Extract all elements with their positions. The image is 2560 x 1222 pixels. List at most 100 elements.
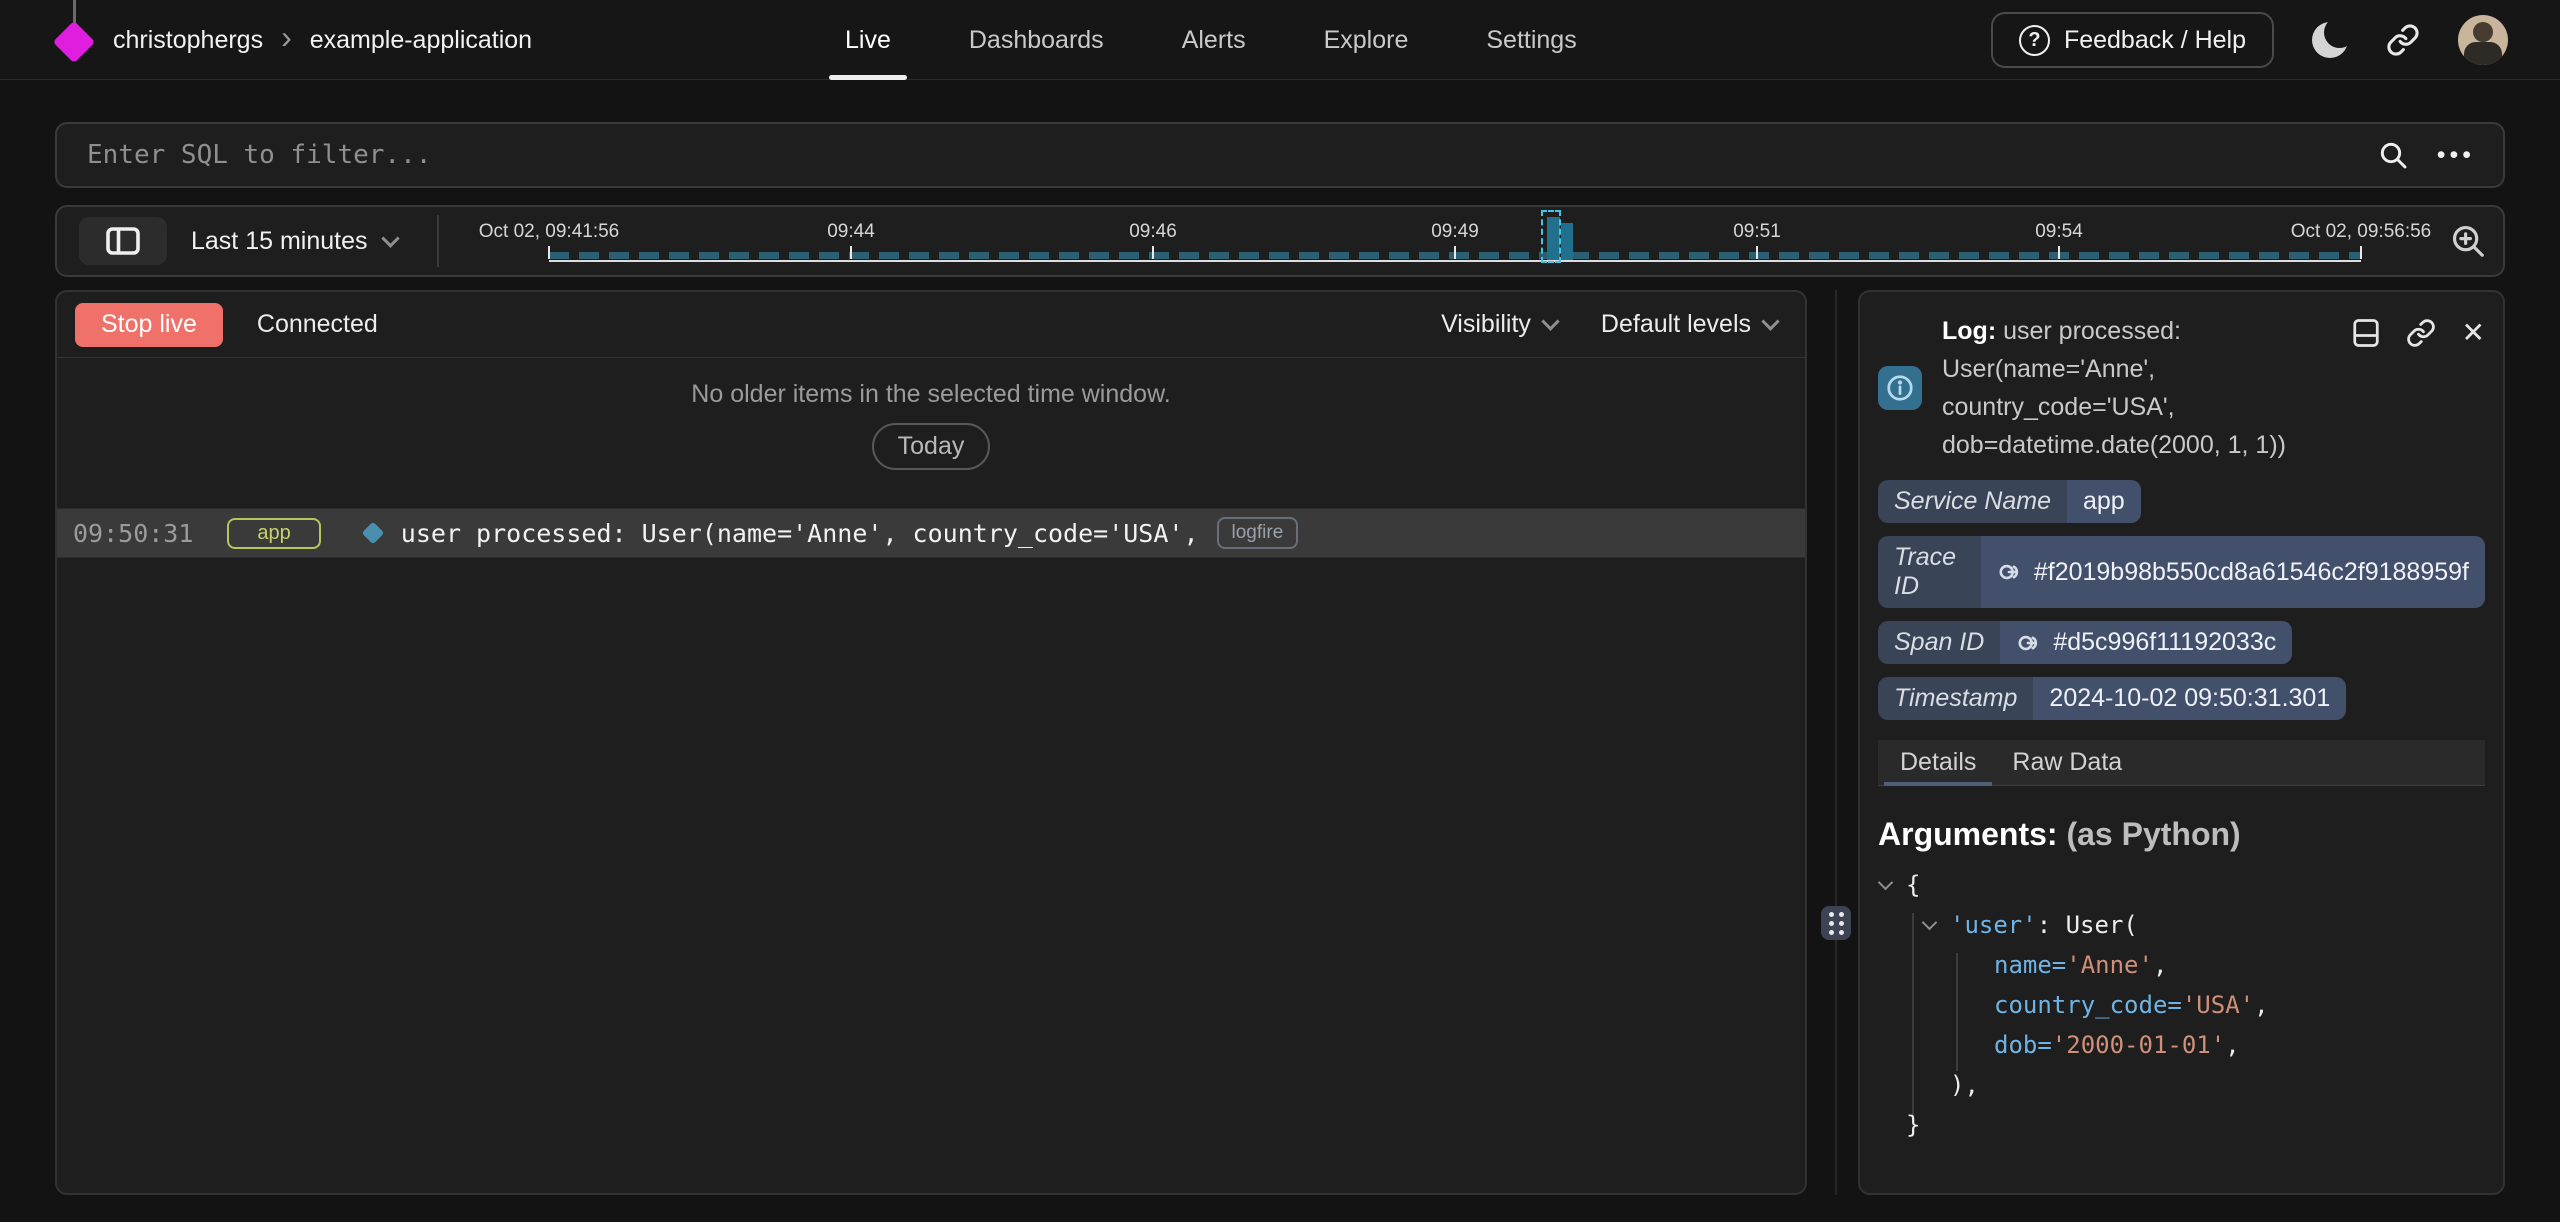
tick-label: 09:54 xyxy=(2035,221,2083,243)
tab-dashboards[interactable]: Dashboards xyxy=(969,0,1104,80)
sidebar-toggle-button[interactable] xyxy=(79,217,167,265)
code-token: name= xyxy=(1994,951,2066,979)
tab-explore[interactable]: Explore xyxy=(1324,0,1409,80)
split-panel-icon[interactable] xyxy=(2352,318,2380,348)
topbar: christophergs › example-application Live… xyxy=(0,0,2560,80)
close-icon[interactable]: ✕ xyxy=(2462,319,2485,347)
fold-chevron-icon[interactable] xyxy=(1878,875,1894,891)
sql-filter-input[interactable] xyxy=(57,140,2377,170)
chevron-right-icon: › xyxy=(281,21,292,53)
attribute-badge: Service Nameapp xyxy=(1878,480,2141,523)
scope-tag: logfire xyxy=(1217,517,1299,549)
default-levels-dropdown[interactable]: Default levels xyxy=(1601,310,1777,339)
detail-actions: ✕ xyxy=(2352,318,2485,348)
today-button[interactable]: Today xyxy=(872,423,991,470)
code-token: 'USA' xyxy=(2182,991,2254,1019)
tab-live[interactable]: Live xyxy=(845,0,891,80)
tick-label: Oct 02, 09:41:56 xyxy=(479,221,620,243)
user-avatar[interactable] xyxy=(2458,15,2508,65)
timeline[interactable]: Oct 02, 09:41:56 09:44 09:46 09:49 09:51 09:5… xyxy=(449,207,2469,275)
live-panel: Stop live Connected Visibility Default l… xyxy=(55,290,1807,1195)
attribute-value[interactable]: #d5c996f11192033c xyxy=(2000,621,2292,664)
primary-nav: Live Dashboards Alerts Explore Settings xyxy=(845,0,1577,80)
code-line: { xyxy=(1878,865,2485,905)
attribute-badge: Trace ID#f2019b98b550cd8a61546c2f9188959… xyxy=(1878,536,2485,608)
logfire-logo-icon[interactable] xyxy=(55,0,93,80)
panel-splitter xyxy=(1835,290,1837,1195)
tick-mark xyxy=(2360,246,2362,259)
detail-title-prefix: Log: xyxy=(1942,317,1996,345)
tick-mark xyxy=(1454,246,1456,259)
info-level-icon xyxy=(1878,366,1922,410)
empty-state-message: No older items in the selected time wind… xyxy=(57,358,1805,409)
code-token: 'Anne' xyxy=(2066,951,2153,979)
code-token: { xyxy=(1906,871,1920,899)
help-circle-icon: ? xyxy=(2019,25,2050,56)
fold-chevron-icon[interactable] xyxy=(1922,915,1938,931)
time-range-dropdown[interactable]: Last 15 minutes xyxy=(191,207,397,275)
code-token: '2000-01-01' xyxy=(2052,1031,2225,1059)
chevron-down-icon xyxy=(381,229,399,247)
code-token: , xyxy=(2254,991,2268,1019)
code-token: : User( xyxy=(2037,911,2138,939)
log-message: user processed: User(name='Anne', countr… xyxy=(401,519,1199,548)
sql-filter-bar: ••• xyxy=(55,122,2505,188)
chevron-down-icon xyxy=(1541,312,1559,330)
code-token: country_code= xyxy=(1994,991,2182,1019)
feedback-help-button[interactable]: ? Feedback / Help xyxy=(1991,12,2274,68)
copy-link-icon[interactable] xyxy=(2406,318,2436,348)
link-icon xyxy=(2016,630,2042,656)
connection-status: Connected xyxy=(257,310,378,339)
service-tag: app xyxy=(227,518,320,549)
detail-tabs: DetailsRaw Data xyxy=(1878,740,2485,786)
timeline-selection[interactable] xyxy=(1541,210,1561,263)
code-token: , xyxy=(2153,951,2167,979)
search-icon[interactable] xyxy=(2377,139,2409,171)
code-line: dob='2000-01-01', xyxy=(1878,1025,2485,1065)
tick-label: 09:46 xyxy=(1129,221,1177,243)
visibility-dropdown[interactable]: Visibility xyxy=(1441,310,1557,339)
tick-label: 09:49 xyxy=(1431,221,1479,243)
tick-mark xyxy=(1756,246,1758,259)
code-token: ), xyxy=(1950,1071,1979,1099)
tick-label: 09:51 xyxy=(1733,221,1781,243)
tab-alerts[interactable]: Alerts xyxy=(1182,0,1246,80)
feedback-help-label: Feedback / Help xyxy=(2064,26,2246,55)
tick-mark xyxy=(1152,246,1154,259)
stop-live-button[interactable]: Stop live xyxy=(75,303,223,347)
zoom-in-icon[interactable] xyxy=(2449,222,2487,260)
theme-moon-icon[interactable] xyxy=(2312,22,2348,58)
arguments-code-block: {'user': User(name='Anne',country_code='… xyxy=(1878,865,2485,1145)
time-bar: Last 15 minutes Oct 02, 09:41:56 09:44 09:… xyxy=(55,205,2505,277)
log-row[interactable]: 09:50:31 app user processed: User(name='… xyxy=(57,508,1805,558)
axis-baseline xyxy=(549,260,2361,262)
code-token: 'user' xyxy=(1950,911,2037,939)
attribute-value: 2024-10-02 09:50:31.301 xyxy=(2033,677,2346,720)
breadcrumb-org[interactable]: christophergs xyxy=(113,26,263,55)
tick-mark xyxy=(2058,246,2060,259)
tick-label: 09:44 xyxy=(827,221,875,243)
attribute-badges: Service Nameapp Trace ID#f2019b98b550cd8a… xyxy=(1878,480,2485,720)
chevron-down-icon xyxy=(1761,312,1779,330)
tick-mark xyxy=(548,246,550,259)
breadcrumb-project[interactable]: example-application xyxy=(310,26,532,55)
attribute-badge: Timestamp2024-10-02 09:50:31.301 xyxy=(1878,677,2346,720)
code-line: 'user': User( xyxy=(1878,905,2485,945)
share-link-icon[interactable] xyxy=(2386,23,2420,57)
detail-tab-raw-data[interactable]: Raw Data xyxy=(1994,740,2140,785)
code-line: } xyxy=(1878,1105,2485,1145)
link-icon xyxy=(1997,559,2023,585)
splitter-drag-handle[interactable] xyxy=(1821,906,1851,940)
time-range-label: Last 15 minutes xyxy=(191,227,368,256)
detail-header: Log: user processed: User(name='Anne', c… xyxy=(1878,292,2485,464)
tab-settings[interactable]: Settings xyxy=(1486,0,1576,80)
log-diamond-icon xyxy=(361,522,384,545)
code-line: name='Anne', xyxy=(1878,945,2485,985)
more-options-icon[interactable]: ••• xyxy=(2437,141,2475,170)
detail-tab-details[interactable]: Details xyxy=(1882,740,1994,785)
log-detail-panel: Log: user processed: User(name='Anne', c… xyxy=(1858,290,2505,1195)
code-line: country_code='USA', xyxy=(1878,985,2485,1025)
attribute-value[interactable]: #f2019b98b550cd8a61546c2f9188959f xyxy=(1981,536,2485,608)
tick-label: Oct 02, 09:56:56 xyxy=(2291,221,2432,243)
code-token: dob= xyxy=(1994,1031,2052,1059)
